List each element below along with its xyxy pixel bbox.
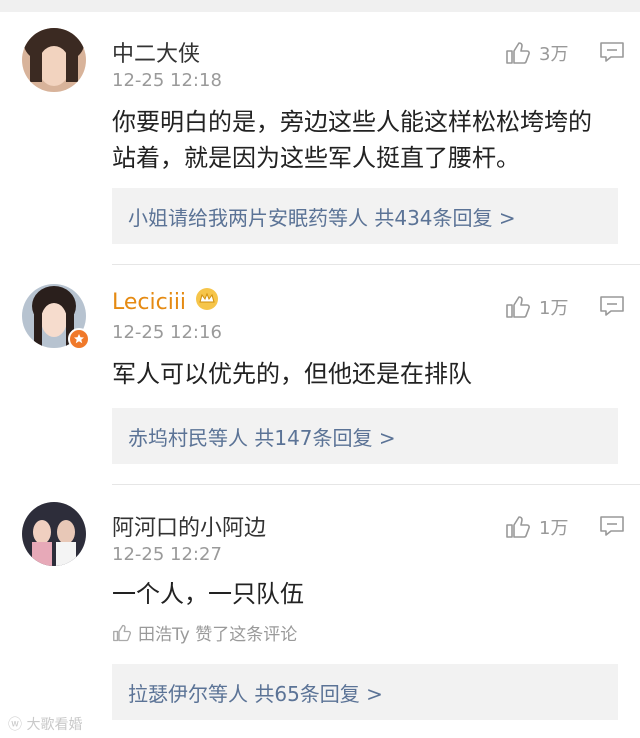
username[interactable]: 中二大侠 (112, 36, 200, 68)
timestamp: 12-25 12:27 (112, 544, 222, 565)
thumbs-up-icon (113, 624, 132, 641)
like-count: 1万 (539, 298, 569, 319)
like-count: 3万 (539, 44, 569, 65)
timestamp: 12-25 12:18 (112, 70, 222, 91)
thumbs-up-icon (506, 296, 530, 318)
comment-text: 一个人，一只队伍 (112, 580, 304, 608)
watermark-text: 大歌看婚 (26, 717, 83, 733)
divider (112, 484, 640, 485)
top-strip (0, 0, 640, 12)
comment-icon[interactable] (598, 294, 626, 318)
avatar[interactable] (22, 28, 86, 92)
weibo-logo-icon: ⓦ (8, 717, 22, 733)
comment-text: 军人可以优先的，但他还是在排队 (112, 360, 472, 388)
liked-by-text: 田浩Ty 赞了这条评论 (138, 625, 298, 645)
avatar[interactable] (22, 502, 86, 566)
username[interactable]: Leciciii (112, 290, 186, 315)
like-count: 1万 (539, 518, 569, 539)
username[interactable]: 阿河口的小阿边 (112, 510, 266, 542)
thumbs-up-icon (506, 42, 530, 64)
like-button[interactable]: 3万 (505, 40, 568, 66)
verified-badge (68, 328, 90, 350)
thumbs-up-icon (506, 516, 530, 538)
crown-icon (194, 287, 220, 311)
replies-link[interactable]: 拉瑟伊尔等人 共65条回复 > (128, 678, 383, 707)
replies-link[interactable]: 赤坞村民等人 共147条回复 > (128, 422, 396, 451)
comment-icon[interactable] (598, 40, 626, 64)
liked-by-row: 田浩Ty 赞了这条评论 (112, 620, 297, 645)
like-button[interactable]: 1万 (505, 514, 568, 540)
replies-link[interactable]: 小姐请给我两片安眠药等人 共434条回复 > (128, 202, 516, 231)
comment-text: 你要明白的是，旁边这些人能这样松松垮垮的站着，就是因为这些军人挺直了腰杆。 (112, 108, 592, 172)
watermark: ⓦ 大歌看婚 (8, 714, 82, 734)
comment-icon[interactable] (598, 514, 626, 538)
like-button[interactable]: 1万 (505, 294, 568, 320)
timestamp: 12-25 12:16 (112, 322, 222, 343)
replies-summary[interactable]: 拉瑟伊尔等人 共65条回复 > (112, 664, 618, 720)
replies-summary[interactable]: 赤坞村民等人 共147条回复 > (112, 408, 618, 464)
divider (112, 264, 640, 265)
replies-summary[interactable]: 小姐请给我两片安眠药等人 共434条回复 > (112, 188, 618, 244)
